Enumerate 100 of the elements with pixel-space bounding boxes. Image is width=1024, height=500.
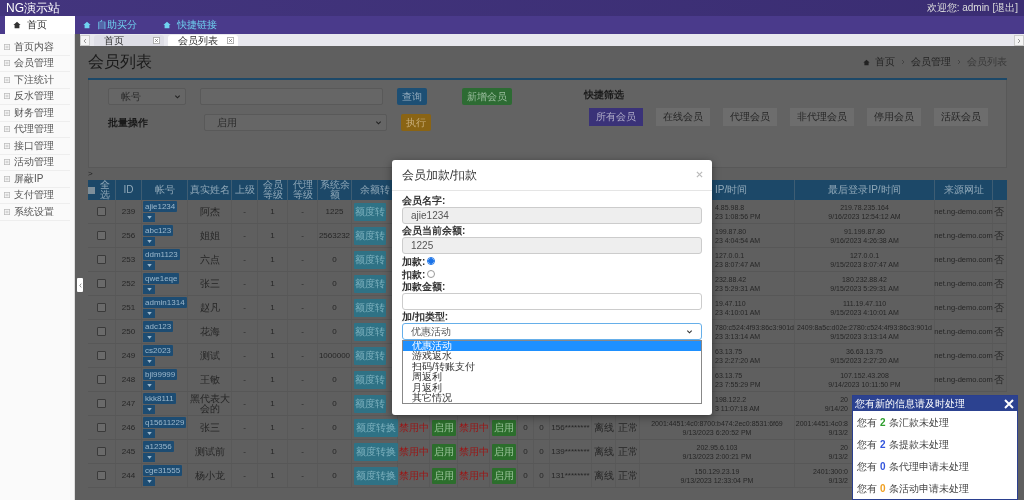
table-cell: -: [288, 248, 318, 271]
filter-button[interactable]: 所有会员: [589, 108, 643, 126]
enable-button[interactable]: 启用: [491, 467, 516, 484]
logout-link[interactable]: [退出]: [992, 1, 1018, 15]
sidebar-item[interactable]: 代理管理: [0, 121, 70, 138]
account-button[interactable]: q15611229: [143, 417, 187, 428]
enable-button[interactable]: 启用: [491, 443, 516, 460]
sidebar-item[interactable]: 活动管理: [0, 154, 70, 171]
dropdown-button[interactable]: [143, 405, 155, 414]
type-select[interactable]: 优惠活动: [402, 323, 702, 340]
row-checkbox[interactable]: [97, 279, 106, 288]
chevron-right-icon: [1016, 37, 1022, 44]
account-button[interactable]: kkk8111: [143, 393, 176, 404]
sidebar-item[interactable]: 屏蔽IP: [0, 171, 70, 188]
row-checkbox[interactable]: [97, 327, 106, 336]
account-button[interactable]: cge31555: [143, 465, 183, 476]
filter-button[interactable]: 代理会员: [723, 108, 777, 126]
dropdown-button[interactable]: [143, 213, 155, 222]
execute-button[interactable]: 执行: [401, 114, 431, 131]
nav-tab[interactable]: 自助买分: [75, 16, 155, 34]
sidebar-item[interactable]: 下注统计: [0, 72, 70, 89]
convert-button[interactable]: 额度转: [354, 394, 386, 413]
dropdown-button[interactable]: [143, 237, 155, 246]
nav-tab[interactable]: 首页: [5, 16, 75, 34]
account-button[interactable]: qwe1eqe: [143, 273, 180, 284]
dropdown-button[interactable]: [143, 285, 155, 294]
filter-button[interactable]: 在线会员: [656, 108, 710, 126]
row-checkbox[interactable]: [97, 423, 106, 432]
convert-button[interactable]: 额度转: [354, 226, 386, 245]
convert-button[interactable]: 额度转: [354, 370, 386, 389]
account-button[interactable]: cs2023: [143, 345, 173, 356]
convert-button[interactable]: 额度转: [354, 298, 386, 317]
convert-button[interactable]: 额度转: [354, 202, 386, 221]
scroll-right-button[interactable]: [1014, 35, 1024, 46]
enable-button[interactable]: 启用: [431, 443, 456, 460]
row-checkbox[interactable]: [97, 303, 106, 312]
account-button[interactable]: a12356: [143, 441, 174, 452]
row-checkbox[interactable]: [97, 351, 106, 360]
sidebar-item[interactable]: 接口管理: [0, 138, 70, 155]
sidebar-item[interactable]: 财务管理: [0, 105, 70, 122]
add-member-button[interactable]: 新增会员: [462, 88, 512, 105]
row-checkbox[interactable]: [97, 447, 106, 456]
sidebar-item[interactable]: 系统设置: [0, 204, 70, 221]
nav-tab[interactable]: 快捷链接: [155, 16, 235, 34]
account-button[interactable]: ddm1123: [143, 249, 180, 260]
account-button[interactable]: adc123: [143, 321, 174, 332]
sidebar-item[interactable]: 首页内容: [0, 39, 70, 56]
sidebar-item[interactable]: 反水管理: [0, 88, 70, 105]
dropdown-button[interactable]: [143, 357, 155, 366]
convert-button[interactable]: 额度转换: [354, 466, 398, 485]
select-all-checkbox[interactable]: [88, 186, 95, 194]
row-checkbox[interactable]: [97, 471, 106, 480]
account-button[interactable]: bjl99999: [143, 369, 178, 380]
dropdown-button[interactable]: [143, 429, 155, 438]
amount-field[interactable]: [402, 293, 702, 310]
account-button[interactable]: admin1314: [143, 297, 187, 308]
marker-text: >: [88, 168, 93, 180]
enable-button[interactable]: 启用: [491, 419, 516, 436]
page-tab[interactable]: 会员列表: [168, 35, 238, 46]
dropdown-button[interactable]: [143, 333, 155, 342]
convert-button[interactable]: 额度转: [354, 322, 386, 341]
query-button[interactable]: 查询: [397, 88, 427, 105]
filter-button[interactable]: 活跃会员: [934, 108, 988, 126]
convert-button[interactable]: 额度转: [354, 250, 386, 269]
dropdown-button[interactable]: [143, 477, 155, 486]
close-icon: [227, 37, 234, 44]
field-label: 加/扣类型:: [402, 311, 450, 322]
dropdown-button[interactable]: [143, 261, 155, 270]
enable-button[interactable]: 启用: [431, 419, 456, 436]
account-button[interactable]: ajie1234: [143, 201, 178, 212]
list-icon: [4, 60, 10, 67]
row-checkbox[interactable]: [97, 399, 106, 408]
dropdown-option[interactable]: 优惠活动: [403, 341, 701, 352]
convert-button[interactable]: 额度转换: [354, 418, 398, 437]
dropdown-button[interactable]: [143, 453, 155, 462]
column-header: 上级: [232, 180, 258, 200]
radio-button[interactable]: [427, 257, 436, 265]
balance-field[interactable]: 1225: [402, 237, 702, 254]
sidebar-item[interactable]: 支付管理: [0, 187, 70, 204]
account-button[interactable]: abc123: [143, 225, 174, 236]
convert-button[interactable]: 额度转: [354, 346, 386, 365]
chevron-down-icon: [375, 119, 382, 126]
filter-button[interactable]: 停用会员: [867, 108, 921, 126]
row-checkbox[interactable]: [97, 375, 106, 384]
name-field[interactable]: ajie1234: [402, 207, 702, 224]
collapse-handle[interactable]: [77, 278, 83, 292]
dropdown-button[interactable]: [143, 381, 155, 390]
scroll-left-button[interactable]: [80, 35, 90, 46]
row-checkbox[interactable]: [97, 231, 106, 240]
radio-button[interactable]: [427, 270, 436, 278]
table-cell: -: [232, 200, 258, 223]
page-tab[interactable]: 首页: [94, 35, 164, 46]
row-checkbox[interactable]: [97, 255, 106, 264]
filter-button[interactable]: 非代理会员: [790, 108, 854, 126]
enable-button[interactable]: 启用: [431, 467, 456, 484]
convert-button[interactable]: 额度转换: [354, 442, 398, 461]
convert-button[interactable]: 额度转: [354, 274, 386, 293]
row-checkbox[interactable]: [97, 207, 106, 216]
dropdown-button[interactable]: [143, 309, 155, 318]
sidebar-item[interactable]: 会员管理: [0, 55, 70, 72]
